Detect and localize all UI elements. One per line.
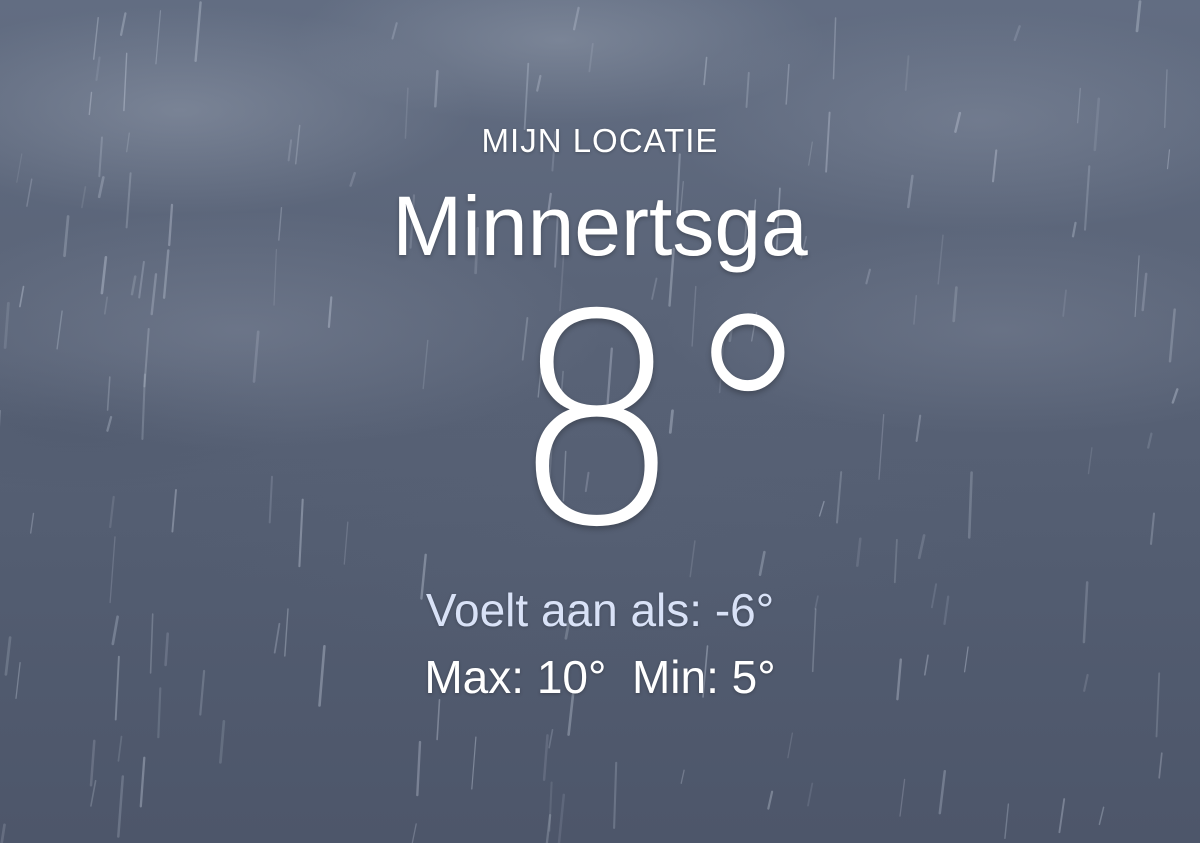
raindrop-streak — [1004, 803, 1010, 839]
raindrop-streak — [411, 823, 417, 843]
raindrop-streak — [1076, 87, 1081, 124]
min-temperature: Min: 5° — [631, 651, 776, 703]
raindrop-streak — [155, 10, 162, 65]
raindrop-streak — [1141, 272, 1148, 312]
raindrop-streak — [767, 790, 774, 810]
raindrop-streak — [680, 769, 685, 784]
raindrop-streak — [536, 74, 542, 92]
raindrop-streak — [893, 538, 898, 584]
raindrop-streak — [899, 778, 906, 817]
raindrop-streak — [1062, 289, 1067, 317]
raindrop-streak — [471, 736, 477, 790]
raindrop-streak — [106, 415, 113, 432]
raindrop-streak — [1149, 512, 1156, 545]
raindrop-streak — [915, 414, 922, 442]
raindrop-streak — [542, 734, 549, 781]
raindrop-streak — [1135, 0, 1142, 33]
raindrop-streak — [422, 339, 429, 390]
raindrop-streak — [92, 17, 99, 60]
raindrop-streak — [548, 781, 553, 832]
raindrop-streak — [745, 71, 750, 108]
raindrop-streak — [545, 814, 552, 843]
raindrop-streak — [1098, 806, 1105, 826]
raindrop-streak — [878, 414, 885, 480]
raindrop-streak — [103, 296, 109, 315]
raindrop-streak — [19, 285, 25, 308]
raindrop-streak — [343, 521, 349, 565]
raindrop-streak — [119, 12, 127, 36]
raindrop-streak — [30, 512, 35, 534]
raindrop-streak — [141, 373, 146, 441]
raindrop-streak — [90, 779, 97, 807]
raindrop-streak — [588, 43, 594, 73]
raindrop-streak — [391, 22, 398, 40]
raindrop-streak — [572, 6, 580, 31]
raindrop-streak — [171, 489, 177, 533]
raindrop-streak — [89, 739, 96, 787]
raindrop-streak — [434, 70, 439, 108]
raindrop-streak — [1171, 388, 1179, 404]
raindrop-streak — [523, 62, 530, 131]
raindrop-streak — [117, 735, 123, 762]
raindrop-streak — [88, 91, 93, 116]
raindrop-streak — [952, 286, 958, 323]
raindrop-streak — [703, 56, 708, 86]
raindrop-streak — [836, 471, 843, 524]
raindrop-streak — [109, 495, 115, 529]
raindrop-streak — [1163, 69, 1168, 129]
raindrop-streak — [268, 475, 273, 524]
raindrop-streak — [807, 782, 814, 807]
raindrop-streak — [219, 720, 226, 764]
raindrop-streak — [56, 310, 63, 350]
raindrop-streak — [117, 775, 125, 838]
raindrop-streak — [95, 56, 101, 82]
raindrop-streak — [1168, 308, 1176, 363]
raindrop-streak — [913, 295, 918, 325]
raindrop-streak — [3, 301, 10, 349]
raindrop-streak — [613, 761, 618, 829]
raindrop-streak — [967, 471, 973, 539]
raindrop-streak — [130, 275, 137, 296]
temperature-range: Max: 10° Min: 5° — [0, 650, 1200, 704]
raindrop-streak — [143, 328, 150, 388]
raindrop-streak — [139, 756, 146, 808]
raindrop-streak — [150, 273, 158, 316]
location-label: MIJN LOCATIE — [481, 122, 719, 159]
raindrop-streak — [416, 740, 422, 797]
raindrop-streak — [904, 55, 910, 92]
raindrop-streak — [832, 17, 837, 80]
raindrop-streak — [1147, 432, 1153, 449]
raindrop-streak — [298, 498, 304, 568]
current-temperature: 8° — [510, 254, 816, 591]
raindrop-streak — [194, 1, 202, 62]
raindrop-streak — [436, 698, 441, 741]
raindrop-streak — [938, 769, 947, 815]
raindrop-streak — [123, 52, 128, 112]
raindrop-streak — [252, 330, 260, 383]
raindrop-streak — [1158, 752, 1163, 779]
raindrop-streak — [1087, 447, 1093, 475]
raindrop-streak — [0, 823, 6, 843]
raindrop-streak — [855, 537, 862, 567]
raindrop-streak — [106, 376, 111, 411]
raindrop-streak — [787, 732, 794, 759]
max-temperature: Max: 10° — [424, 651, 607, 703]
raindrop-streak — [785, 63, 790, 105]
feels-like-temperature: Voelt aan als: -6° — [425, 584, 775, 636]
raindrop-streak — [917, 534, 926, 560]
raindrop-streak — [548, 728, 554, 749]
range-separator — [606, 651, 632, 703]
raindrop-streak — [1058, 798, 1066, 834]
raindrop-streak — [327, 296, 333, 328]
raindrop-streak — [557, 793, 566, 843]
raindrop-streak — [1013, 25, 1021, 42]
raindrop-streak — [818, 500, 825, 517]
